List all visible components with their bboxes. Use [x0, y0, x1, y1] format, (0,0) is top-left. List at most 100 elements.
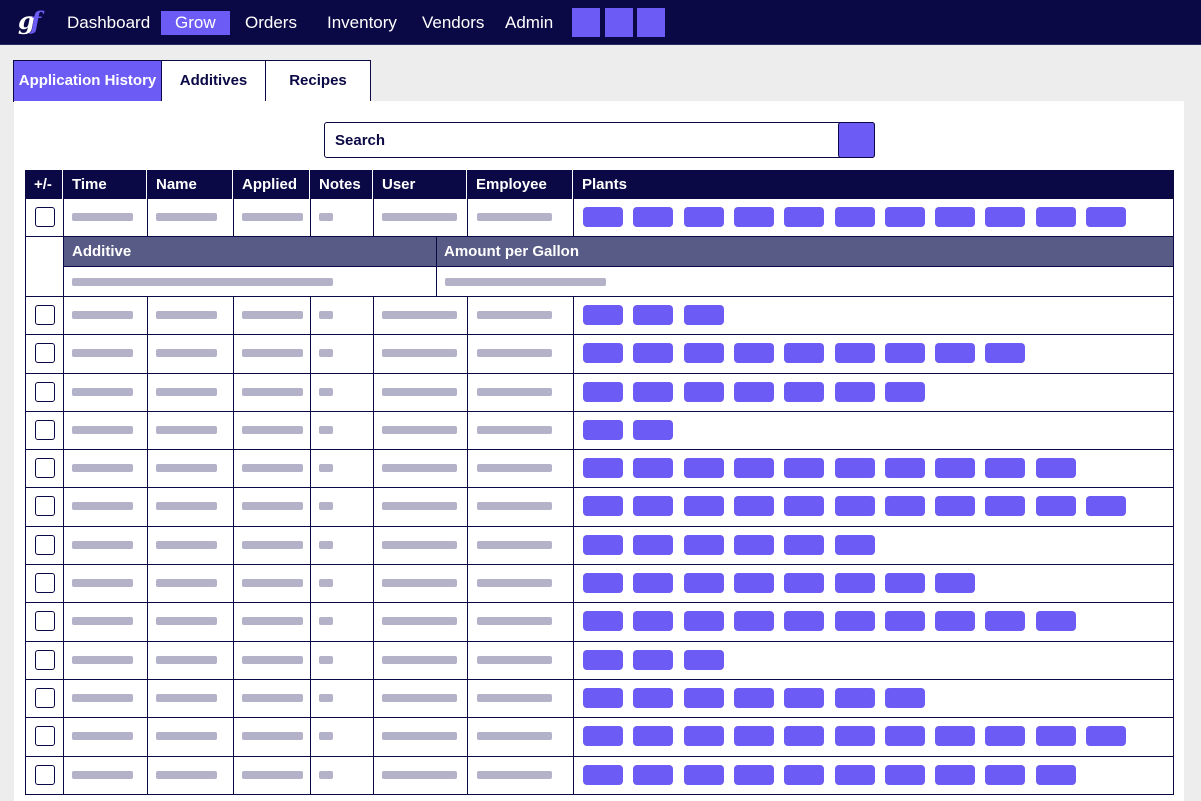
- plant-tag[interactable]: [583, 726, 623, 747]
- plant-tag[interactable]: [733, 573, 774, 594]
- plant-tag[interactable]: [884, 726, 925, 747]
- plant-tag[interactable]: [633, 458, 674, 479]
- plant-tag[interactable]: [784, 687, 825, 708]
- plant-tag[interactable]: [633, 419, 674, 440]
- logo[interactable]: gf: [18, 6, 48, 38]
- plant-tag[interactable]: [784, 764, 825, 785]
- nav-orders[interactable]: Orders: [239, 11, 303, 35]
- plant-tag[interactable]: [1035, 458, 1076, 479]
- plant-tag[interactable]: [733, 343, 774, 364]
- plant-tag[interactable]: [633, 649, 674, 670]
- plant-tag[interactable]: [583, 764, 623, 785]
- plant-tag[interactable]: [1086, 726, 1126, 747]
- plant-tag[interactable]: [935, 343, 976, 364]
- plant-tag[interactable]: [583, 207, 623, 227]
- plant-tag[interactable]: [633, 343, 674, 364]
- plant-tag[interactable]: [985, 764, 1026, 785]
- plant-tag[interactable]: [1086, 207, 1126, 227]
- plant-tag[interactable]: [633, 305, 674, 325]
- plant-tag[interactable]: [1086, 496, 1126, 517]
- plant-tag[interactable]: [884, 207, 925, 227]
- plant-tag[interactable]: [784, 726, 825, 747]
- plant-tag[interactable]: [683, 764, 724, 785]
- plant-tag[interactable]: [683, 343, 724, 364]
- nav-dashboard[interactable]: Dashboard: [61, 11, 156, 35]
- plant-tag[interactable]: [935, 573, 976, 594]
- row-select-checkbox[interactable]: [35, 726, 55, 747]
- plant-tag[interactable]: [683, 305, 724, 325]
- plant-tag[interactable]: [784, 496, 825, 517]
- plant-tag[interactable]: [985, 726, 1026, 747]
- row-select-checkbox[interactable]: [35, 419, 55, 440]
- search-input[interactable]: [326, 124, 836, 156]
- plant-tag[interactable]: [884, 381, 925, 402]
- plant-tag[interactable]: [834, 343, 875, 364]
- row-select-checkbox[interactable]: [35, 458, 55, 479]
- plant-tag[interactable]: [633, 687, 674, 708]
- plant-tag[interactable]: [985, 343, 1026, 364]
- nav-inventory[interactable]: Inventory: [321, 11, 403, 35]
- plant-tag[interactable]: [583, 419, 623, 440]
- plant-tag[interactable]: [935, 726, 976, 747]
- plant-tag[interactable]: [633, 381, 674, 402]
- plant-tag[interactable]: [683, 726, 724, 747]
- plant-tag[interactable]: [784, 534, 825, 555]
- plant-tag[interactable]: [834, 611, 875, 632]
- plant-tag[interactable]: [683, 534, 724, 555]
- plant-tag[interactable]: [834, 687, 875, 708]
- nav-admin[interactable]: Admin: [499, 11, 559, 35]
- row-select-checkbox[interactable]: [35, 305, 55, 325]
- plant-tag[interactable]: [884, 458, 925, 479]
- row-select-checkbox[interactable]: [35, 649, 55, 670]
- plant-tag[interactable]: [834, 573, 875, 594]
- plant-tag[interactable]: [633, 573, 674, 594]
- plant-tag[interactable]: [784, 207, 825, 227]
- plant-tag[interactable]: [683, 458, 724, 479]
- plant-tag[interactable]: [633, 764, 674, 785]
- plant-tag[interactable]: [733, 726, 774, 747]
- row-select-checkbox[interactable]: [35, 611, 55, 632]
- plant-tag[interactable]: [1035, 611, 1076, 632]
- plant-tag[interactable]: [733, 381, 774, 402]
- nav-vendors[interactable]: Vendors: [416, 11, 490, 35]
- plant-tag[interactable]: [683, 207, 724, 227]
- plant-tag[interactable]: [583, 534, 623, 555]
- plant-tag[interactable]: [985, 496, 1026, 517]
- plant-tag[interactable]: [583, 496, 623, 517]
- plant-tag[interactable]: [633, 207, 674, 227]
- plant-tag[interactable]: [884, 573, 925, 594]
- plant-tag[interactable]: [633, 611, 674, 632]
- plant-tag[interactable]: [784, 381, 825, 402]
- plant-tag[interactable]: [784, 343, 825, 364]
- tab-recipes[interactable]: Recipes: [265, 60, 371, 102]
- plant-tag[interactable]: [633, 496, 674, 517]
- plant-tag[interactable]: [683, 687, 724, 708]
- plant-tag[interactable]: [683, 649, 724, 670]
- row-select-checkbox[interactable]: [35, 534, 55, 555]
- tab-additives[interactable]: Additives: [161, 60, 266, 102]
- nav-action-button-2[interactable]: [605, 8, 633, 37]
- plant-tag[interactable]: [1035, 207, 1076, 227]
- plant-tag[interactable]: [834, 207, 875, 227]
- plant-tag[interactable]: [633, 534, 674, 555]
- plant-tag[interactable]: [834, 496, 875, 517]
- row-select-checkbox[interactable]: [35, 343, 55, 364]
- plant-tag[interactable]: [733, 207, 774, 227]
- plant-tag[interactable]: [985, 458, 1026, 479]
- plant-tag[interactable]: [884, 611, 925, 632]
- plant-tag[interactable]: [733, 496, 774, 517]
- row-select-checkbox[interactable]: [35, 687, 55, 708]
- plant-tag[interactable]: [884, 496, 925, 517]
- plant-tag[interactable]: [985, 611, 1026, 632]
- plant-tag[interactable]: [683, 611, 724, 632]
- plant-tag[interactable]: [784, 458, 825, 479]
- plant-tag[interactable]: [784, 573, 825, 594]
- plant-tag[interactable]: [834, 726, 875, 747]
- nav-action-button-3[interactable]: [637, 8, 665, 37]
- plant-tag[interactable]: [935, 611, 976, 632]
- plant-tag[interactable]: [834, 534, 875, 555]
- plant-tag[interactable]: [834, 764, 875, 785]
- row-select-checkbox[interactable]: [35, 207, 55, 227]
- row-select-checkbox[interactable]: [35, 764, 55, 785]
- plant-tag[interactable]: [884, 343, 925, 364]
